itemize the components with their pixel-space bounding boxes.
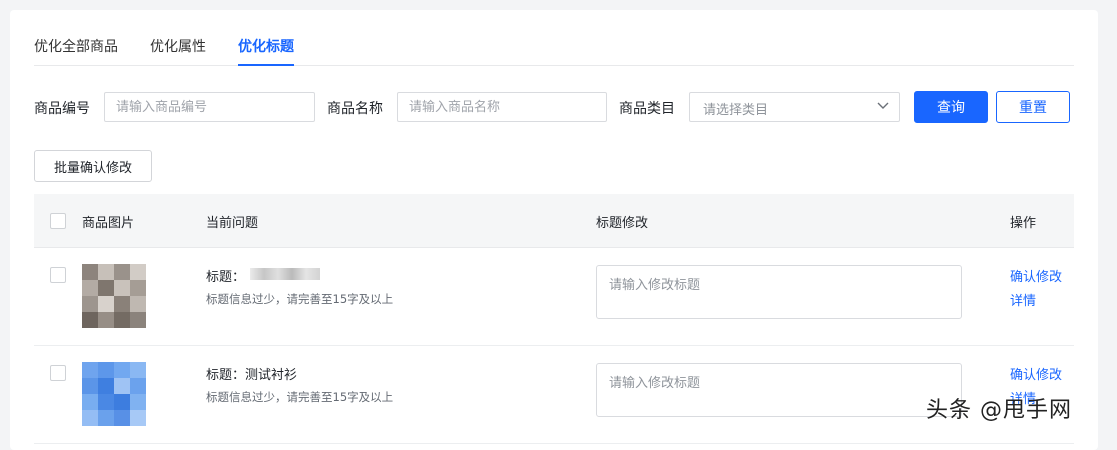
row-checkbox[interactable] <box>50 267 66 283</box>
category-select[interactable]: 请选择类目 <box>689 92 900 122</box>
issue-hint: 标题信息过少，请完善至15字及以上 <box>206 390 394 404</box>
table-row: 标题： 标题信息过少，请完善至15字及以上 确认修改 详情 <box>34 248 1074 346</box>
batch-confirm-button[interactable]: 批量确认修改 <box>34 150 152 182</box>
product-category-label: 商品类目 <box>619 101 675 117</box>
select-all-checkbox[interactable] <box>50 213 66 229</box>
product-thumbnail <box>82 362 146 426</box>
header-edit: 标题修改 <box>596 216 649 231</box>
title-edit-input[interactable] <box>596 265 962 319</box>
category-select-placeholder: 请选择类目 <box>703 103 769 118</box>
tab-all-products[interactable]: 优化全部商品 <box>34 36 118 56</box>
detail-link[interactable]: 详情 <box>1010 290 1036 309</box>
reset-button[interactable]: 重置 <box>996 91 1070 123</box>
table-row: 标题：测试衬衫 标题信息过少，请完善至15字及以上 确认修改 详情 <box>34 346 1074 444</box>
chevron-down-icon <box>877 102 889 109</box>
main-card: 优化全部商品 优化属性 优化标题 商品编号 商品名称 商品类目 请选择类目 查询… <box>10 10 1098 450</box>
product-title: 标题：测试衬衫 <box>206 368 298 383</box>
confirm-edit-link[interactable]: 确认修改 <box>1010 266 1062 285</box>
title-edit-input[interactable] <box>596 363 962 417</box>
table-header: 商品图片 当前问题 标题修改 操作 <box>34 194 1074 248</box>
confirm-edit-link[interactable]: 确认修改 <box>1010 364 1062 383</box>
redacted-title-text <box>250 268 320 280</box>
product-code-label: 商品编号 <box>34 101 90 117</box>
tab-title[interactable]: 优化标题 <box>238 36 294 56</box>
header-action: 操作 <box>1010 216 1037 231</box>
issue-hint: 标题信息过少，请完善至15字及以上 <box>206 292 394 306</box>
product-code-input[interactable] <box>104 92 315 122</box>
query-button[interactable]: 查询 <box>914 91 988 123</box>
header-image: 商品图片 <box>82 216 135 231</box>
product-name-label: 商品名称 <box>327 101 383 117</box>
product-title: 标题： <box>206 270 246 285</box>
header-issue: 当前问题 <box>206 216 259 231</box>
tab-attributes[interactable]: 优化属性 <box>150 36 206 56</box>
row-checkbox[interactable] <box>50 365 66 381</box>
product-name-input[interactable] <box>397 92 607 122</box>
tab-bar: 优化全部商品 优化属性 优化标题 <box>34 34 1074 66</box>
product-thumbnail <box>82 264 146 328</box>
active-tab-indicator <box>238 64 294 66</box>
watermark: 头条 @甩手网 <box>926 398 1072 423</box>
